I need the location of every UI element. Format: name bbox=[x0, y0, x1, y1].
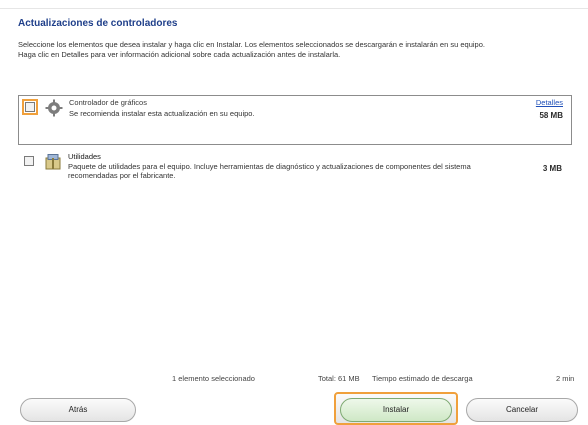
intro-text: Seleccione los elementos que desea insta… bbox=[18, 40, 570, 60]
item-size: 58 MB bbox=[539, 111, 563, 120]
selected-count: 1 elemento seleccionado bbox=[172, 374, 255, 383]
download-time-label: Tiempo estimado de descarga bbox=[372, 374, 473, 383]
install-button[interactable]: Instalar bbox=[340, 398, 452, 422]
back-button[interactable]: Atrás bbox=[20, 398, 136, 422]
intro-line-2: Haga clic en Detalles para ver informaci… bbox=[18, 50, 341, 59]
item-checkbox[interactable] bbox=[24, 156, 34, 166]
installer-window: Actualizaciones de controladores Selecci… bbox=[0, 0, 588, 425]
page-title: Actualizaciones de controladores bbox=[18, 18, 178, 29]
item-size: 3 MB bbox=[542, 164, 562, 173]
update-item-utilities[interactable]: Utilidades Paquete de utilidades para el… bbox=[18, 152, 570, 190]
download-time-value: 2 min bbox=[556, 374, 575, 383]
top-divider bbox=[0, 8, 588, 9]
item-checkbox[interactable] bbox=[22, 99, 38, 115]
total-size: Total: 61 MB bbox=[318, 374, 360, 383]
item-name: Utilidades bbox=[68, 152, 101, 161]
cancel-button[interactable]: Cancelar bbox=[466, 398, 578, 422]
intro-line-1: Seleccione los elementos que desea insta… bbox=[18, 40, 485, 49]
item-description: Paquete de utilidades para el equipo. In… bbox=[68, 162, 471, 180]
details-link[interactable]: Detalles bbox=[536, 98, 563, 107]
item-name: Controlador de gráficos bbox=[69, 98, 147, 107]
item-description: Se recomienda instalar esta actualizació… bbox=[69, 109, 255, 118]
package-icon bbox=[44, 153, 62, 171]
update-item-graphics[interactable]: Controlador de gráficos Se recomienda in… bbox=[18, 95, 572, 145]
gear-icon bbox=[45, 99, 63, 117]
